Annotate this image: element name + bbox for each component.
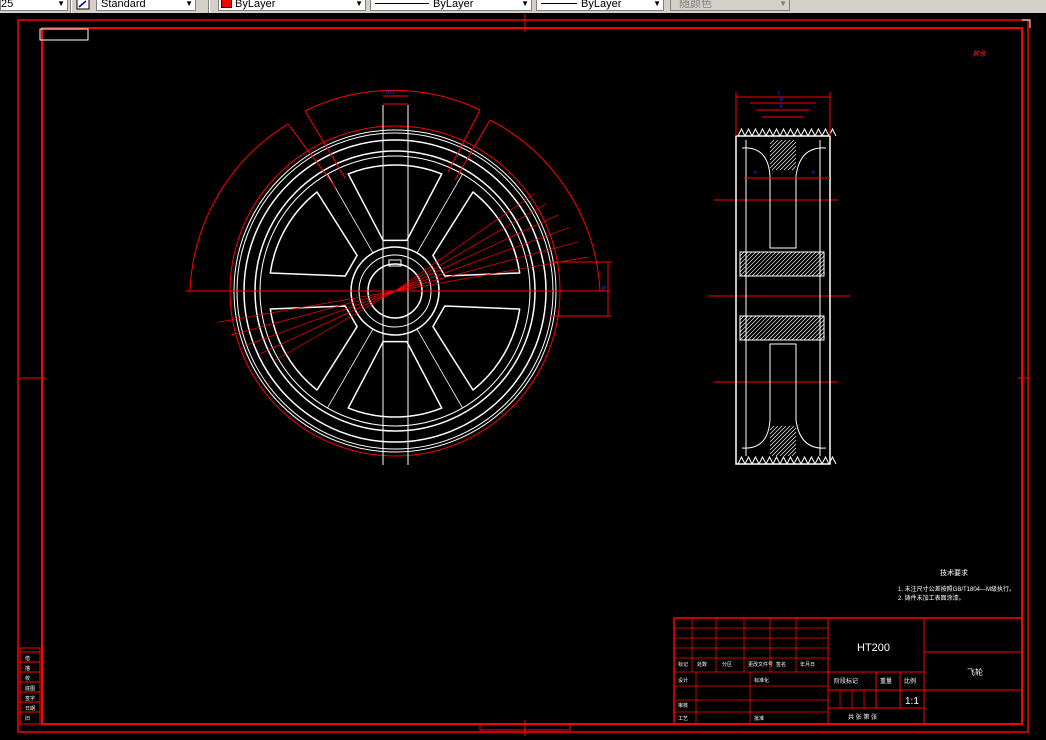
dimension-right-e: e <box>812 170 815 176</box>
scale-value: 1:1 <box>905 696 919 707</box>
header-count: 处数 <box>697 661 707 668</box>
header-mark: 标记 <box>678 661 688 668</box>
margin-label: 日期 <box>25 706 35 712</box>
header-change-doc: 更改文件号 <box>748 661 773 668</box>
properties-toolbar: 25 ▼ Standard ▼ ByLayer ▼ ByLayer ▼ ByLa… <box>0 0 1046 14</box>
text-style-manager-icon[interactable] <box>76 0 90 10</box>
tech-requirements-title: 技术要求 <box>940 568 968 577</box>
plot-style-dropdown[interactable]: 随颜色 ▼ <box>670 0 790 11</box>
dimension-center-height: Ø <box>602 286 606 292</box>
header-zone: 分区 <box>722 661 732 668</box>
row-process: 工艺 <box>678 716 688 722</box>
sheet-label: 共 张 第 张 <box>848 713 877 721</box>
chevron-down-icon: ▼ <box>185 0 193 8</box>
margin-label: 旧 <box>25 715 30 722</box>
dimension-keyway: B±1 <box>386 90 395 96</box>
material-label: HT200 <box>857 642 890 654</box>
row-review: 审核 <box>678 702 688 709</box>
weight-label: 重量 <box>880 677 892 685</box>
row-standardization: 标准化 <box>754 677 769 684</box>
header-signature: 签名 <box>776 661 786 668</box>
row-design: 设计 <box>678 677 688 684</box>
linetype-preview-icon <box>375 3 429 4</box>
drawing-canvas[interactable]: 其余 借描校底图签字日期旧 B±1 Ø L B b e e 技术要求 1. 未注… <box>0 13 1046 740</box>
layer-dropdown-value: 25 <box>1 0 14 10</box>
chevron-down-icon: ▼ <box>57 0 65 8</box>
margin-label: 校 <box>25 675 30 682</box>
color-dropdown[interactable]: ByLayer ▼ <box>218 0 366 11</box>
layer-dropdown[interactable]: 25 ▼ <box>0 0 68 11</box>
margin-label: 底图 <box>25 685 35 692</box>
margin-label: 描 <box>25 665 30 672</box>
tech-requirement-2: 2. 铸件未加工表面涂漆。 <box>898 594 965 602</box>
margin-label: 借 <box>25 655 30 662</box>
stage-mark-label: 阶段标记 <box>834 677 858 685</box>
header-date: 年月日 <box>800 661 815 668</box>
dimension-b2: b <box>780 104 783 110</box>
plot-style-value: 随颜色 <box>679 0 712 10</box>
linetype-value: ByLayer <box>433 0 474 10</box>
lineweight-value: ByLayer <box>581 0 622 10</box>
tech-requirement-1: 1. 未注尺寸公差按照GB/T1804—M级执行。 <box>898 585 1015 593</box>
lineweight-preview-icon <box>541 3 577 4</box>
chevron-down-icon: ▼ <box>653 0 661 8</box>
text-style-dropdown[interactable]: Standard ▼ <box>96 0 196 11</box>
linetype-dropdown[interactable]: ByLayer ▼ <box>370 0 532 11</box>
part-name: 飞轮 <box>967 667 983 677</box>
row-approve: 批准 <box>754 715 764 722</box>
surface-finish-note: 其余 <box>972 50 987 58</box>
toolbar-separator <box>70 0 72 13</box>
text-style-value: Standard <box>101 0 146 10</box>
chevron-down-icon: ▼ <box>355 0 363 8</box>
dimension-left-e: e <box>754 170 757 176</box>
toolbar-separator <box>208 0 210 13</box>
scale-label: 比例 <box>904 677 916 685</box>
red-color-swatch-icon <box>221 0 232 8</box>
lineweight-dropdown[interactable]: ByLayer ▼ <box>536 0 664 11</box>
margin-label: 签字 <box>25 695 35 702</box>
chevron-down-icon: ▼ <box>521 0 529 8</box>
color-value: ByLayer <box>235 0 276 10</box>
chevron-down-icon: ▼ <box>779 0 787 8</box>
